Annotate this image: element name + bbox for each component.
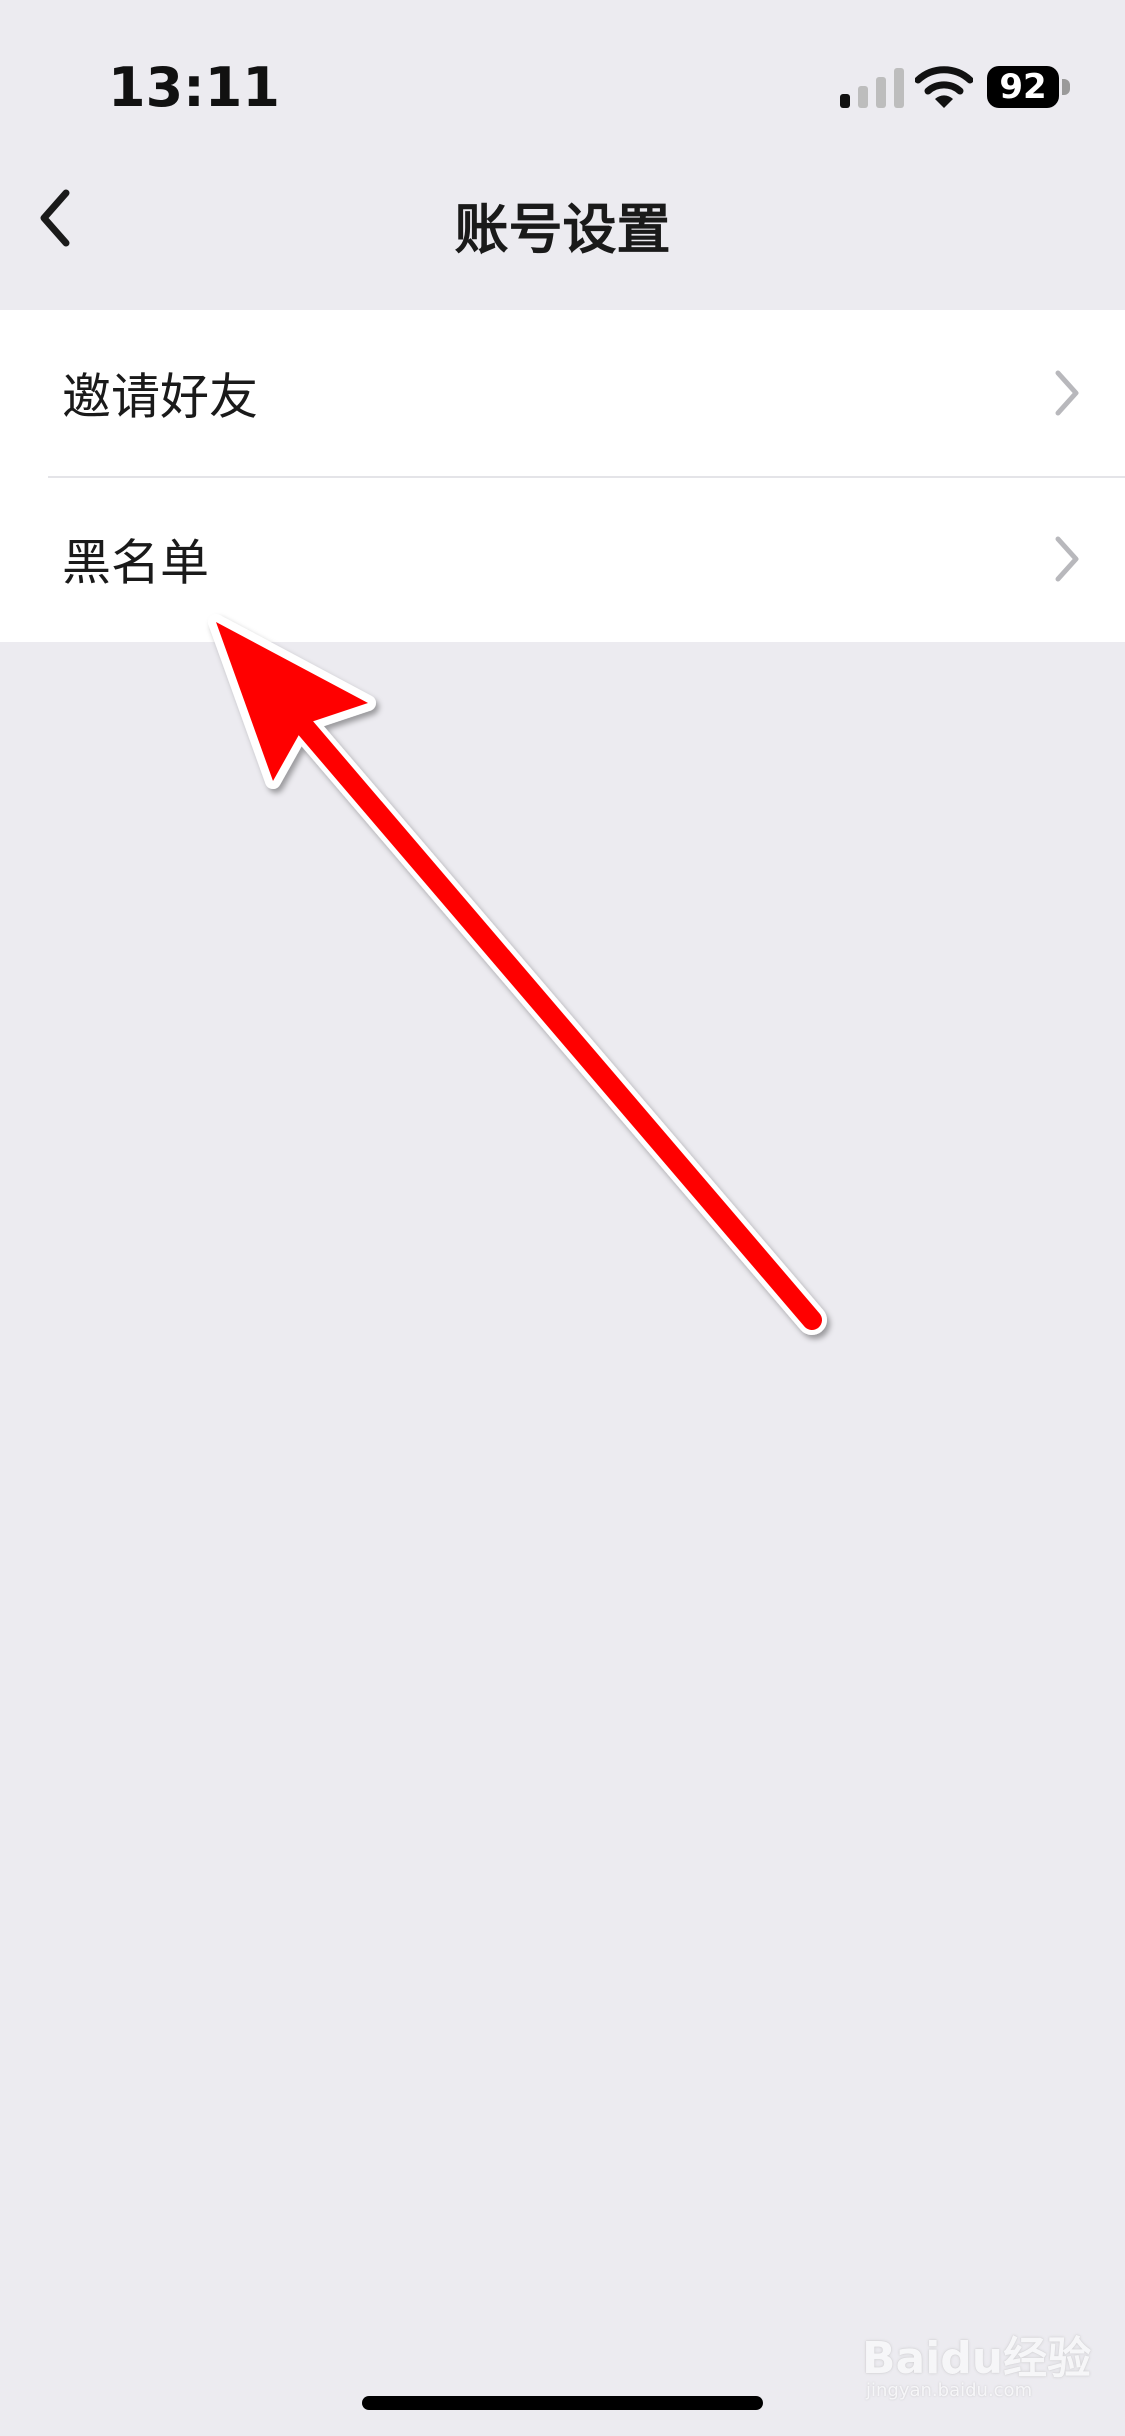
battery-level: 92 bbox=[987, 66, 1059, 108]
chevron-right-icon bbox=[1055, 536, 1079, 582]
signal-icon bbox=[840, 68, 904, 108]
navigation-bar: 账号设置 bbox=[0, 175, 1125, 310]
chevron-right-icon bbox=[1055, 370, 1079, 416]
status-time: 13:11 bbox=[108, 56, 280, 119]
menu-item-label: 黑名单 bbox=[62, 534, 210, 592]
watermark-url: jingyan.baidu.com bbox=[866, 2380, 1033, 2401]
page-title: 账号设置 bbox=[454, 198, 671, 261]
wifi-icon bbox=[915, 66, 973, 108]
battery-icon: 92 bbox=[987, 66, 1071, 110]
menu-item-blacklist[interactable]: 黑名单 bbox=[0, 476, 1125, 642]
battery-tip bbox=[1062, 79, 1070, 95]
home-indicator[interactable] bbox=[362, 2396, 763, 2410]
settings-menu: 邀请好友 黑名单 bbox=[0, 310, 1125, 642]
menu-item-label: 邀请好友 bbox=[62, 368, 259, 426]
status-bar: 13:11 92 bbox=[0, 0, 1125, 175]
watermark: Baidu经验 jingyan.baidu.com bbox=[862, 2322, 1092, 2414]
watermark-logo-text: Baidu经验 bbox=[862, 2333, 1092, 2384]
menu-item-invite-friends[interactable]: 邀请好友 bbox=[0, 310, 1125, 476]
